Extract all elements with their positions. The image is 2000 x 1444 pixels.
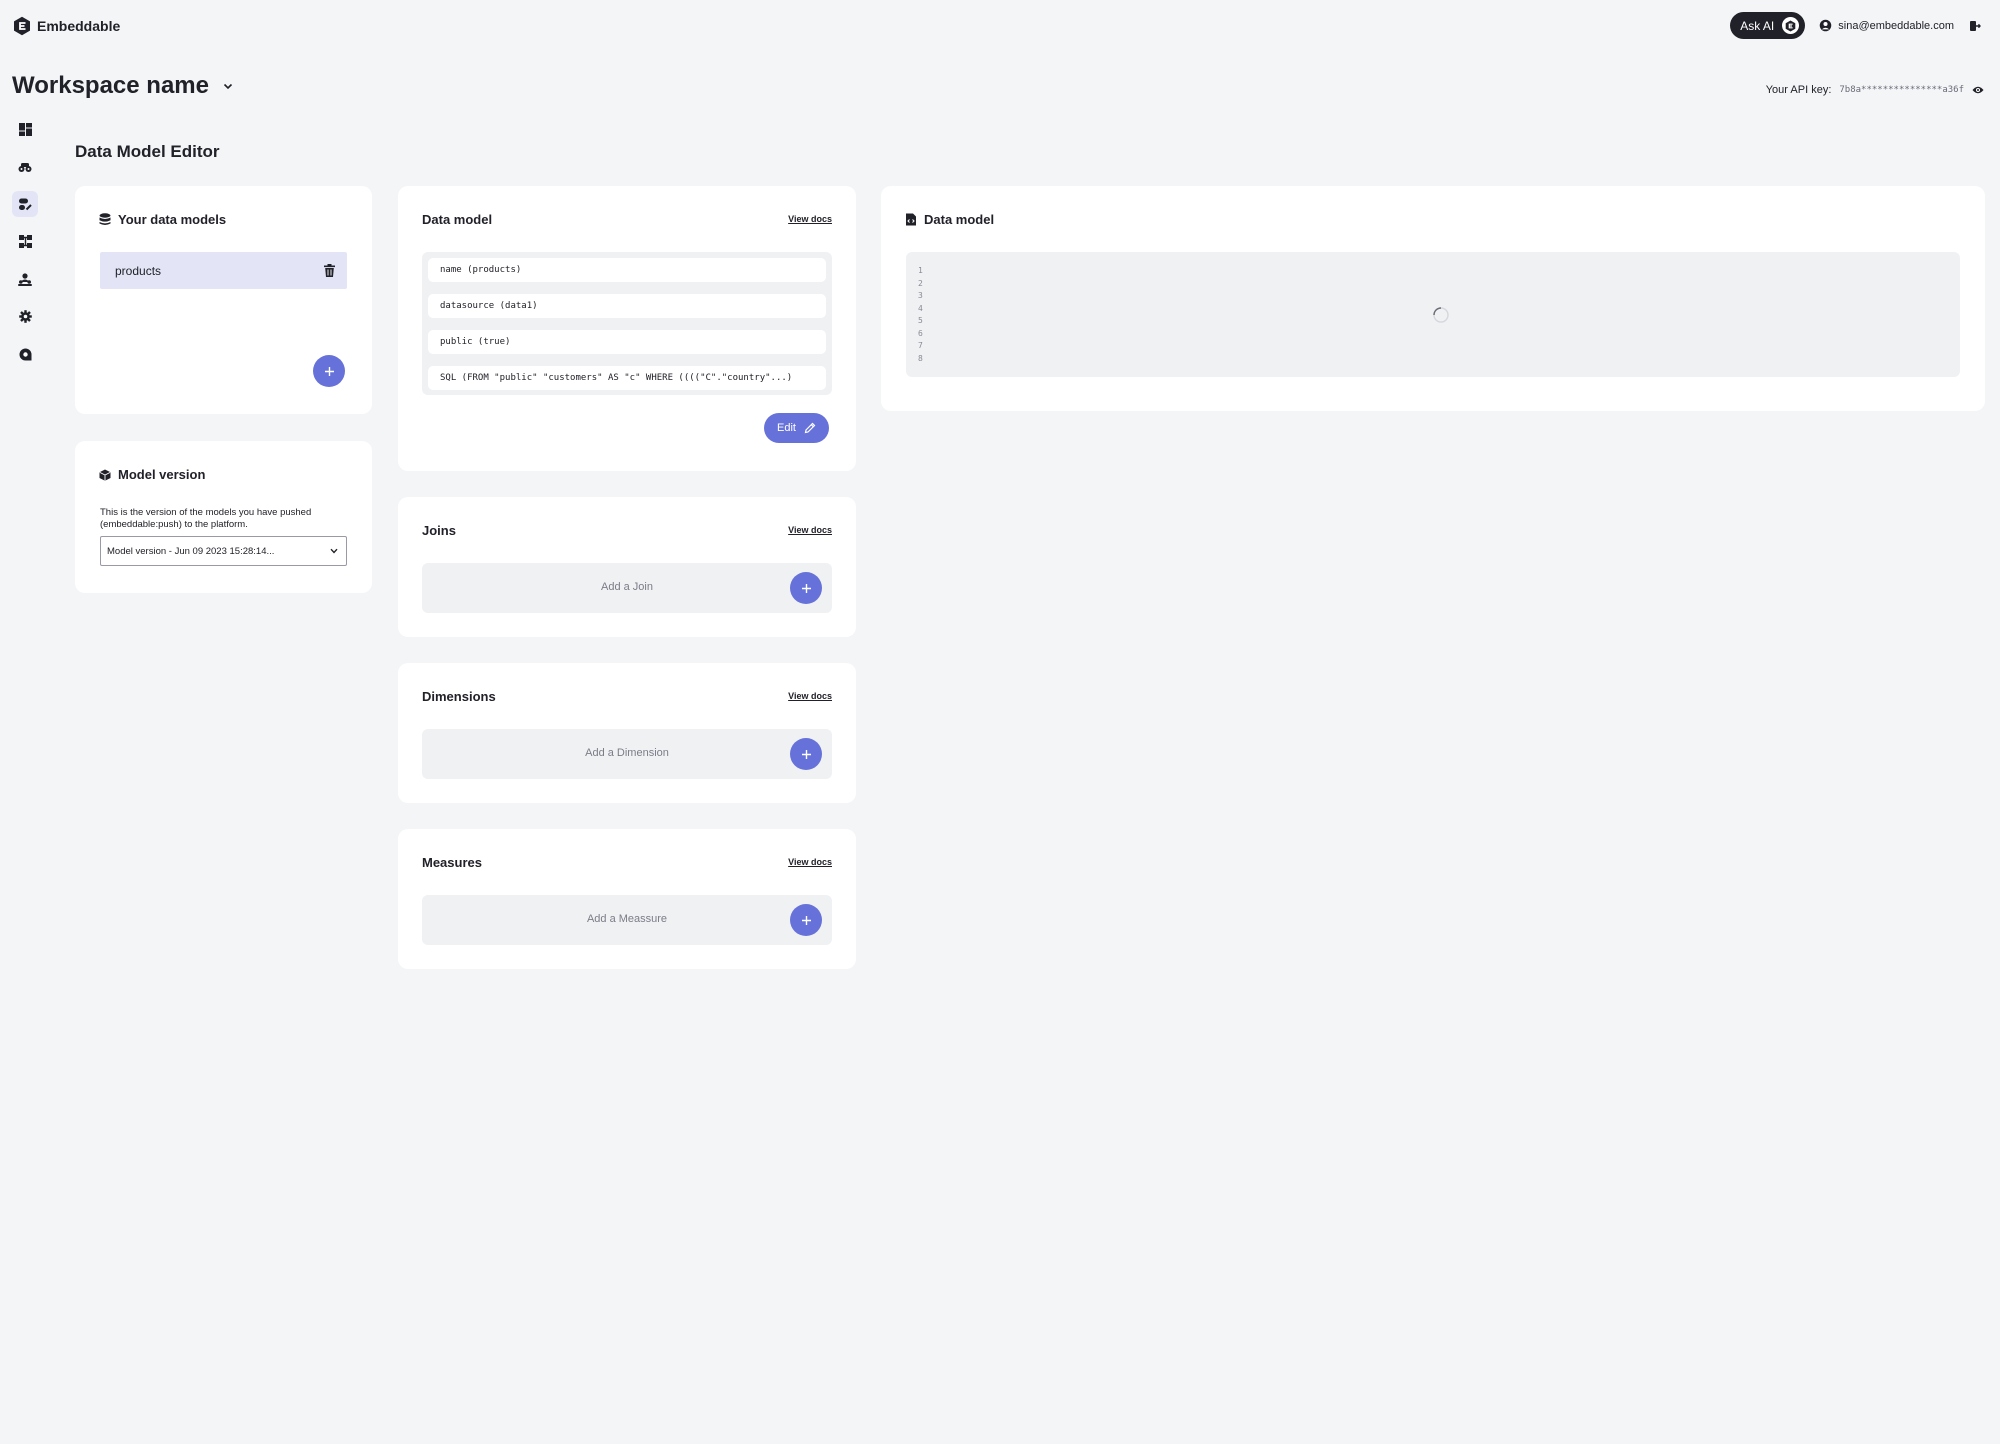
data-model-view-docs-link[interactable]: View docs — [788, 214, 832, 224]
components-icon — [18, 162, 32, 172]
user-icon — [1820, 19, 1832, 32]
api-key-value: 7b8a***************a36f — [1839, 85, 1964, 95]
dimensions-view-docs-link[interactable]: View docs — [788, 691, 832, 701]
code-editor[interactable]: 1 2 3 4 5 6 7 8 — [906, 252, 1960, 377]
line-number: 4 — [918, 303, 923, 313]
user-menu[interactable]: sina@embeddable.com — [1819, 19, 1954, 32]
ask-ai-logo-icon — [1782, 17, 1800, 34]
joins-card: Joins View docs Add a Join — [398, 497, 856, 637]
edit-label: Edit — [777, 422, 796, 434]
model-version-card: Model version This is the version of the… — [75, 441, 372, 593]
line-number: 6 — [918, 328, 923, 338]
add-measure-row[interactable]: Add a Meassure — [422, 895, 832, 945]
data-model-code-title: Data model — [924, 212, 995, 227]
property-public: public (true) — [428, 330, 826, 354]
data-model-item[interactable]: products — [100, 252, 347, 289]
ask-ai-button[interactable]: Ask AI — [1730, 12, 1806, 39]
add-dimension-button[interactable] — [790, 738, 822, 770]
data-model-properties: name (products) datasource (data1) publi… — [422, 252, 832, 395]
add-measure-label: Add a Meassure — [586, 913, 668, 925]
dimensions-title: Dimensions — [422, 689, 496, 704]
add-dimension-label: Add a Dimension — [585, 747, 669, 759]
line-number: 5 — [918, 316, 923, 325]
header-actions: Ask AI sina@embeddable.com — [1730, 12, 1982, 39]
loading-spinner-icon — [1433, 307, 1449, 323]
model-version-selected: Model version - Jun 09 2023 15:28:14... — [107, 545, 275, 557]
add-join-button[interactable] — [790, 572, 822, 604]
line-number: 7 — [918, 341, 923, 350]
joins-title: Joins — [422, 523, 456, 538]
chevron-down-icon — [223, 83, 233, 89]
nav-connections[interactable] — [12, 229, 38, 255]
trash-icon[interactable] — [324, 264, 335, 277]
chevron-down-icon — [330, 548, 338, 554]
data-model-name: products — [115, 263, 162, 278]
nav-components[interactable] — [12, 154, 38, 180]
property-datasource: datasource (data1) — [428, 294, 826, 318]
data-models-icon — [18, 198, 32, 210]
add-join-row[interactable]: Add a Join — [422, 563, 832, 613]
plus-icon — [324, 366, 334, 376]
page-title: Data Model Editor — [75, 142, 220, 161]
nav-dashboards[interactable] — [12, 116, 38, 142]
measures-view-docs-link[interactable]: View docs — [788, 857, 832, 867]
ask-ai-label: Ask AI — [1740, 18, 1775, 33]
add-measure-button[interactable] — [790, 904, 822, 936]
nav-data-models[interactable] — [12, 191, 38, 217]
pencil-icon — [804, 422, 816, 434]
api-key-label: Your API key: — [1765, 84, 1832, 96]
settings-icon — [18, 310, 32, 323]
add-data-model-button[interactable] — [313, 355, 345, 387]
embeddable-logo-icon — [14, 16, 30, 36]
eye-icon[interactable] — [1972, 85, 1984, 95]
line-number: 8 — [918, 353, 923, 363]
brand-name: Embeddable — [37, 18, 121, 34]
dimensions-card: Dimensions View docs Add a Dimension — [398, 663, 856, 803]
connections-icon — [18, 235, 32, 248]
plus-icon — [801, 915, 811, 925]
model-version-select[interactable]: Model version - Jun 09 2023 15:28:14... — [100, 536, 347, 566]
sidebar — [12, 116, 38, 379]
database-icon — [99, 213, 111, 225]
plus-icon — [801, 583, 811, 593]
nav-support[interactable] — [12, 341, 38, 367]
measures-card: Measures View docs Add a Meassure — [398, 829, 856, 969]
add-join-label: Add a Join — [601, 581, 653, 593]
edit-button[interactable]: Edit — [764, 413, 829, 443]
line-number: 3 — [918, 291, 923, 300]
property-name: name (products) — [428, 258, 826, 282]
user-email: sina@embeddable.com — [1838, 19, 1954, 32]
file-code-icon — [906, 213, 916, 226]
data-models-card: Your data models products — [75, 186, 372, 414]
line-number: 1 — [918, 266, 923, 275]
property-sql: SQL (FROM "public" "customers" AS "c" WH… — [428, 366, 826, 390]
data-model-code-card: Data model 1 2 3 4 5 6 7 8 — [881, 186, 1985, 411]
cube-icon — [99, 469, 111, 481]
joins-view-docs-link[interactable]: View docs — [788, 525, 832, 535]
team-icon — [18, 272, 32, 286]
model-version-description: This is the version of the models you ha… — [100, 507, 312, 530]
line-number: 2 — [918, 278, 923, 288]
data-models-title: Your data models — [118, 212, 227, 227]
logout-icon — [1970, 20, 1981, 31]
data-models-header: Your data models — [99, 212, 226, 227]
measures-title: Measures — [422, 855, 482, 870]
api-key: Your API key: 7b8a***************a36f — [1766, 84, 1984, 96]
data-model-code-header: Data model — [905, 212, 994, 227]
nav-settings[interactable] — [12, 304, 38, 330]
line-numbers: 1 2 3 4 5 6 7 8 — [918, 265, 923, 365]
data-model-card: Data model View docs name (products) dat… — [398, 186, 856, 471]
brand-logo[interactable]: Embeddable — [13, 16, 120, 36]
model-version-header: Model version — [99, 467, 205, 482]
support-icon — [19, 348, 31, 360]
model-version-title: Model version — [118, 467, 206, 482]
workspace-name: Workspace name — [12, 72, 209, 99]
add-dimension-row[interactable]: Add a Dimension — [422, 729, 832, 779]
logout-button[interactable] — [1968, 19, 1982, 33]
plus-icon — [801, 749, 811, 759]
dashboard-icon — [18, 122, 32, 136]
nav-team[interactable] — [12, 266, 38, 292]
data-model-title: Data model — [422, 212, 493, 227]
workspace-selector[interactable]: Workspace name — [12, 72, 233, 100]
